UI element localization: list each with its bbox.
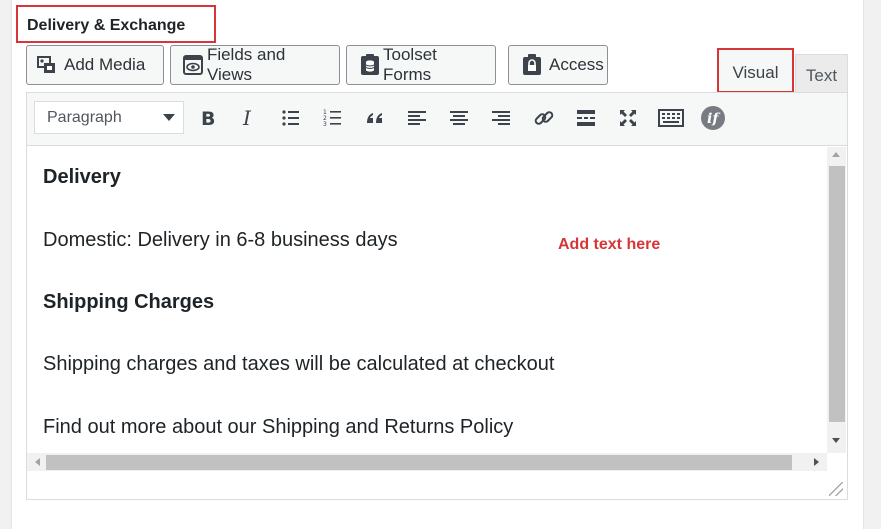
editor-content[interactable]: Delivery Domestic: Delivery in 6-8 busin… bbox=[27, 147, 827, 453]
bold-icon: B bbox=[201, 108, 215, 128]
fullscreen-icon bbox=[620, 110, 636, 126]
fields-and-views-label: Fields and Views bbox=[206, 45, 286, 84]
align-center-button[interactable] bbox=[444, 103, 474, 133]
read-more-button[interactable] bbox=[571, 103, 601, 133]
link-button[interactable] bbox=[529, 103, 559, 133]
tab-text[interactable]: Text bbox=[795, 54, 848, 93]
toolbar-toggle-button[interactable] bbox=[656, 103, 686, 133]
blockquote-button[interactable] bbox=[360, 103, 390, 133]
fullscreen-button[interactable] bbox=[613, 103, 643, 133]
access-label: Access bbox=[549, 55, 604, 74]
bullet-list-icon bbox=[282, 110, 299, 126]
annotation-add-text: Add text here bbox=[558, 236, 661, 253]
blockquote-icon bbox=[367, 113, 382, 123]
toolset-forms-button[interactable]: Toolset Forms bbox=[346, 45, 496, 85]
scroll-up-arrow-icon[interactable] bbox=[832, 152, 840, 157]
database-icon bbox=[359, 54, 380, 76]
access-button[interactable]: Access bbox=[508, 45, 608, 85]
format-select-value: Paragraph bbox=[47, 108, 122, 126]
horizontal-scroll-thumb[interactable] bbox=[46, 455, 792, 470]
add-media-icon bbox=[36, 54, 58, 76]
chevron-down-icon bbox=[163, 114, 175, 121]
fields-and-views-button[interactable]: Fields and Views bbox=[170, 45, 340, 85]
metabox-title: Delivery & Exchange bbox=[27, 17, 186, 34]
tab-visual[interactable]: Visual bbox=[717, 48, 794, 93]
resize-handle-icon[interactable] bbox=[829, 482, 843, 496]
content-line-charges: Shipping charges and taxes will be calcu… bbox=[43, 353, 555, 375]
svg-text:3: 3 bbox=[323, 121, 327, 128]
italic-icon: I bbox=[242, 108, 252, 128]
lock-icon bbox=[522, 54, 542, 76]
scroll-down-arrow-icon[interactable] bbox=[832, 438, 840, 443]
svg-text:I: I bbox=[242, 108, 252, 128]
tab-text-label: Text bbox=[805, 66, 838, 85]
conditional-if-icon: if bbox=[701, 106, 725, 130]
numbered-list-icon: 1 2 3 bbox=[323, 109, 341, 128]
scroll-right-arrow-icon[interactable] bbox=[814, 458, 819, 466]
bold-button[interactable]: B bbox=[192, 103, 222, 133]
add-media-button[interactable]: Add Media bbox=[26, 45, 164, 85]
content-line-policy: Find out more about our Shipping and Ret… bbox=[43, 416, 514, 438]
editor-status-bar bbox=[27, 471, 847, 499]
italic-button[interactable]: I bbox=[234, 103, 264, 133]
toolset-forms-label: Toolset Forms bbox=[383, 45, 437, 84]
content-heading-delivery: Delivery bbox=[43, 166, 121, 188]
align-right-button[interactable] bbox=[486, 103, 516, 133]
bullet-list-button[interactable] bbox=[276, 103, 306, 133]
tab-visual-label: Visual bbox=[732, 62, 779, 82]
format-select[interactable]: Paragraph bbox=[34, 101, 184, 134]
link-icon bbox=[534, 111, 554, 125]
align-left-button[interactable] bbox=[402, 103, 432, 133]
toolbar-toggle-icon bbox=[658, 109, 684, 127]
add-media-label: Add Media bbox=[64, 55, 146, 74]
conditional-if-button[interactable]: if bbox=[698, 103, 728, 133]
align-right-icon bbox=[492, 111, 510, 125]
scroll-left-arrow-icon[interactable] bbox=[35, 458, 40, 466]
svg-text:B: B bbox=[201, 108, 215, 128]
read-more-icon bbox=[577, 110, 595, 126]
vertical-scroll-thumb[interactable] bbox=[829, 166, 845, 422]
align-left-icon bbox=[408, 111, 426, 125]
content-heading-shipping: Shipping Charges bbox=[43, 291, 215, 313]
align-center-icon bbox=[450, 111, 468, 125]
content-line-domestic: Domestic: Delivery in 6-8 business days bbox=[43, 229, 398, 251]
numbered-list-button[interactable]: 1 2 3 bbox=[318, 103, 348, 133]
metabox-title-highlight: Delivery & Exchange bbox=[16, 5, 216, 43]
eye-icon bbox=[183, 54, 204, 76]
